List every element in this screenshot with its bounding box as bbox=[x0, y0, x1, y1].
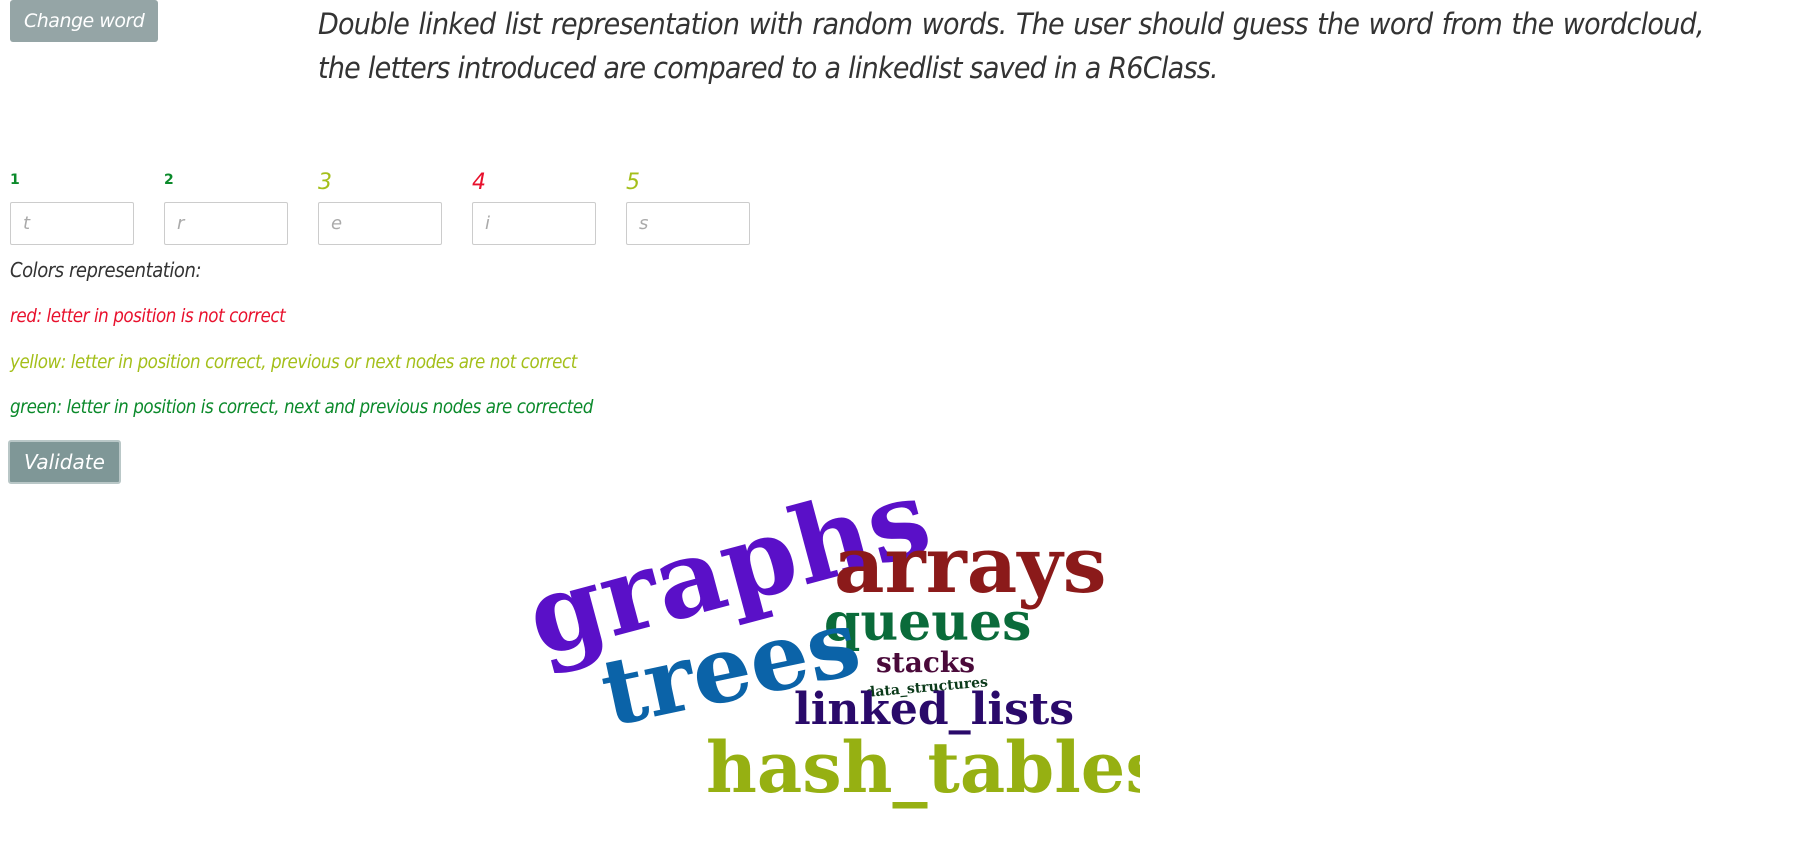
position-label-5: 5 bbox=[626, 170, 640, 195]
position-label-3: 3 bbox=[318, 170, 332, 195]
letter-input-4[interactable] bbox=[472, 202, 596, 245]
legend-red: red: letter in position is not correct bbox=[10, 305, 286, 327]
letter-position-2: 2 bbox=[164, 168, 290, 245]
position-label-1: 1 bbox=[10, 172, 20, 188]
legend-yellow: yellow: letter in position correct, prev… bbox=[10, 351, 577, 373]
position-label-4: 4 bbox=[472, 170, 486, 195]
letter-input-2[interactable] bbox=[164, 202, 288, 245]
letter-input-1[interactable] bbox=[10, 202, 134, 245]
word-stacks: stacks bbox=[876, 646, 975, 679]
change-word-button[interactable]: Change word bbox=[10, 0, 159, 42]
position-label-2: 2 bbox=[164, 172, 174, 188]
word-hash-tables: hash_tables bbox=[706, 726, 1140, 809]
word-cloud: graphs arrays queues trees stacks data_s… bbox=[514, 470, 1140, 809]
letter-position-1: 1 bbox=[10, 168, 136, 245]
letter-input-5[interactable] bbox=[626, 202, 750, 245]
letter-position-4: 4 bbox=[472, 168, 598, 245]
letter-position-3: 3 bbox=[318, 168, 444, 245]
letter-position-5: 5 bbox=[626, 168, 752, 245]
letter-input-3[interactable] bbox=[318, 202, 442, 245]
legend-green: green: letter in position is correct, ne… bbox=[10, 396, 593, 418]
app-description: Double linked list representation with r… bbox=[318, 7, 1704, 85]
colors-representation-title: Colors representation: bbox=[10, 258, 202, 282]
validate-button[interactable]: Validate bbox=[8, 440, 121, 484]
